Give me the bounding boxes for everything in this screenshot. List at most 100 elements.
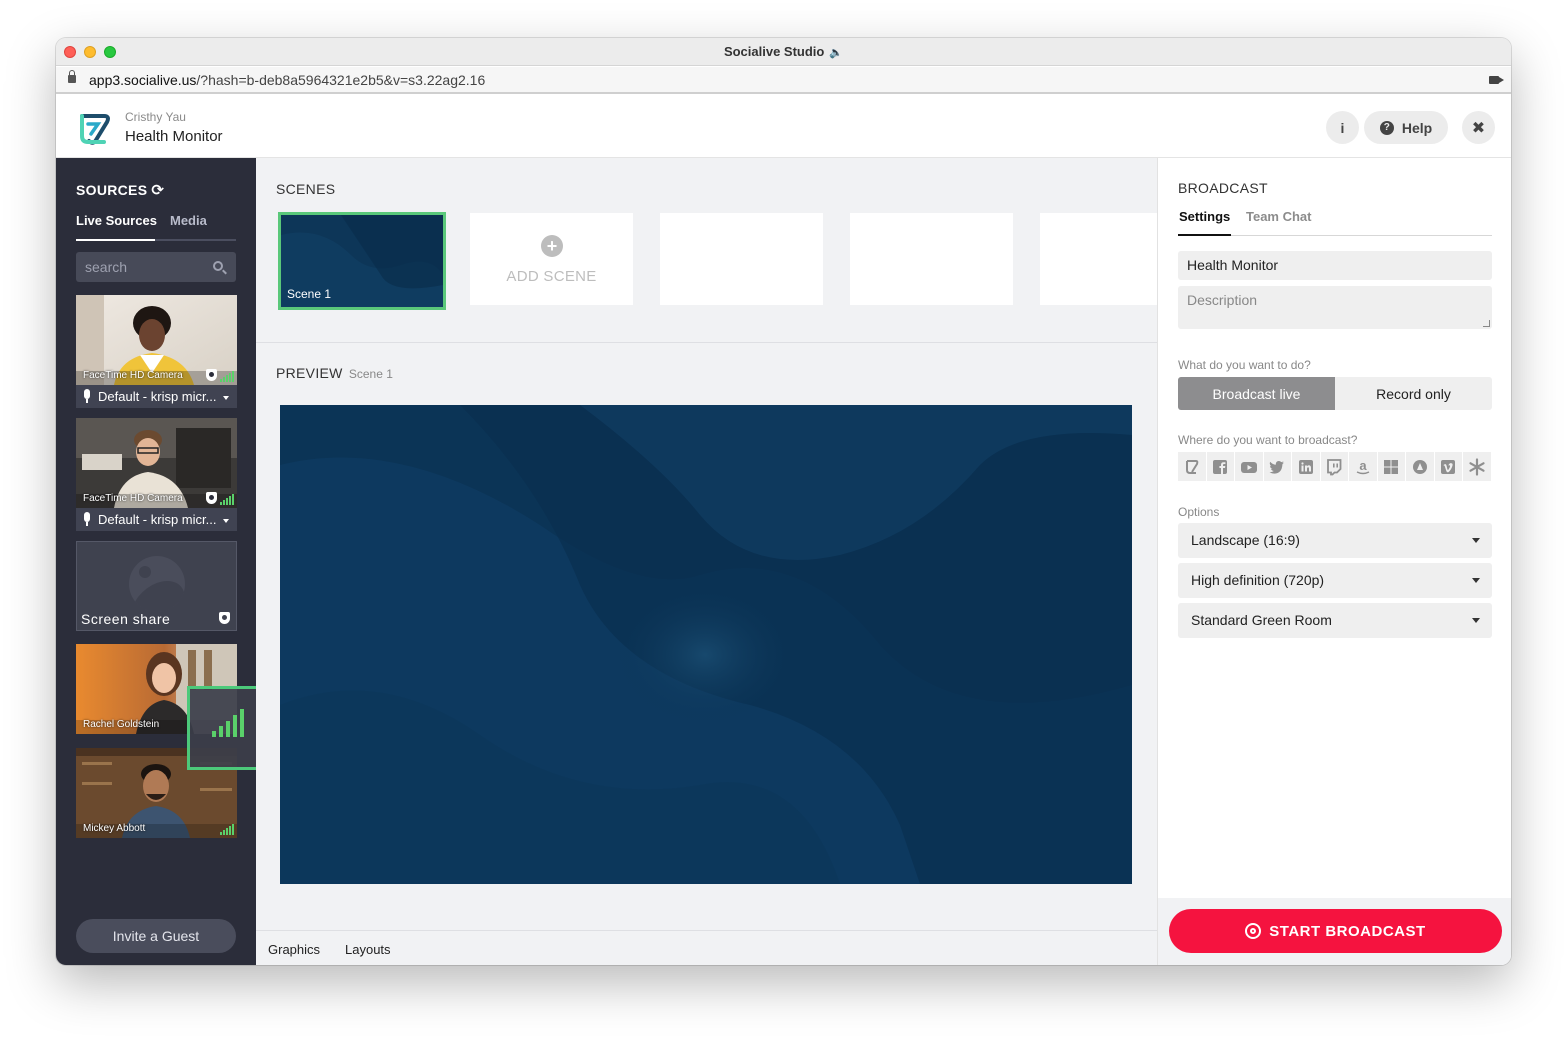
tab-layouts[interactable]: Layouts (345, 942, 391, 957)
tab-live-sources[interactable]: Live Sources (76, 213, 157, 228)
sources-sidebar: SOURCES ⟳ Live Sources Media search Face… (56, 158, 271, 965)
destination-list: a (1178, 452, 1492, 481)
sources-tabs: Live Sources Media (76, 213, 236, 241)
socialive-logo-icon (80, 114, 110, 145)
preview-scene-name: Scene 1 (348, 367, 393, 381)
chevron-down-icon (1472, 578, 1480, 583)
svg-text:a: a (1359, 458, 1367, 473)
app-window: Socialive Studio 🔈 app3.socialive.us/?has… (56, 38, 1511, 965)
chevron-down-icon (223, 519, 229, 523)
source-label: FaceTime HD Camera (83, 370, 183, 381)
broadcast-live-button[interactable]: Broadcast live (1178, 377, 1335, 410)
source-tile[interactable]: FaceTime HD Camera Default - krisp micr.… (76, 418, 237, 531)
twitter-icon[interactable] (1263, 452, 1292, 481)
microsoft-icon[interactable] (1377, 452, 1406, 481)
question-icon: ? (1379, 120, 1394, 135)
shield-icon (219, 612, 230, 624)
divider (256, 342, 1157, 343)
microphone-select[interactable]: Default - krisp micr... (76, 508, 237, 531)
facebook-icon[interactable] (1206, 452, 1235, 481)
vimeo-icon[interactable] (1434, 452, 1463, 481)
search-icon (213, 261, 223, 271)
chevron-down-icon (1472, 538, 1480, 543)
close-icon: ✖ (1471, 119, 1486, 137)
app-header: Cristhy Yau Health Monitor i ? Help ✖ (56, 96, 1511, 158)
broadcast-mode-toggle: Broadcast live Record only (1178, 377, 1492, 410)
green-room-select[interactable]: Standard Green Room (1178, 603, 1492, 638)
source-label: FaceTime HD Camera (83, 493, 183, 504)
camera-feed-video: FaceTime HD Camera (76, 295, 237, 385)
preview-heading: PREVIEW Scene 1 (276, 365, 393, 381)
amazon-icon[interactable]: a (1349, 452, 1378, 481)
title-bar: Socialive Studio 🔈 (56, 38, 1511, 66)
broadcast-panel: BROADCAST Settings Team Chat Health Moni… (1157, 158, 1511, 965)
broadcast-title-input[interactable]: Health Monitor (1178, 251, 1492, 280)
lock-icon (68, 70, 76, 83)
bottom-tab-bar: Graphics Layouts (256, 930, 1157, 965)
source-label: Rachel Goldstein (83, 719, 160, 730)
close-studio-button[interactable]: ✖ (1462, 111, 1495, 144)
tab-settings[interactable]: Settings (1179, 209, 1230, 224)
sources-heading: SOURCES ⟳ (76, 182, 165, 199)
custom-rtmp-icon[interactable] (1463, 452, 1492, 481)
shield-icon (206, 492, 217, 504)
camera-icon[interactable] (1489, 76, 1504, 84)
broadcast-heading: BROADCAST (1178, 180, 1268, 196)
invite-guest-button[interactable]: Invite a Guest (76, 919, 236, 953)
info-button[interactable]: i (1326, 111, 1359, 144)
source-label: Screen share (81, 611, 171, 627)
destination-question-label: Where do you want to broadcast? (1178, 433, 1358, 447)
plus-icon: + (541, 235, 563, 257)
socialive-icon[interactable] (1178, 452, 1207, 481)
screen-share-tile[interactable]: Screen share (76, 541, 237, 631)
info-icon: i (1340, 119, 1345, 136)
image-placeholder-icon (129, 556, 185, 612)
description-textarea[interactable]: Description (1178, 286, 1492, 329)
microphone-icon (84, 389, 90, 403)
chevron-down-icon (223, 396, 229, 400)
speaker-icon: 🔈 (829, 47, 844, 59)
linkedin-icon[interactable] (1292, 452, 1321, 481)
record-only-button[interactable]: Record only (1335, 377, 1492, 410)
options-label: Options (1178, 505, 1220, 519)
mode-question-label: What do you want to do? (1178, 358, 1311, 372)
preview-canvas[interactable] (280, 405, 1132, 884)
start-broadcast-button[interactable]: START BROADCAST (1169, 909, 1502, 953)
quality-select[interactable]: High definition (720p) (1178, 563, 1492, 598)
scenes-preview-panel: SCENES Scene 1 + ADD SCENE PREVIEW Scene… (256, 158, 1157, 965)
resize-handle-icon[interactable] (1483, 320, 1490, 327)
source-label: Mickey Abbott (83, 823, 146, 834)
camera-feed-video: FaceTime HD Camera (76, 418, 237, 508)
address-bar: app3.socialive.us/?hash=b-deb8a5964321e2… (56, 67, 1511, 94)
tab-graphics[interactable]: Graphics (268, 942, 320, 957)
scene-placeholder[interactable] (660, 213, 823, 305)
scenes-heading: SCENES (276, 181, 336, 197)
orientation-select[interactable]: Landscape (16:9) (1178, 523, 1492, 558)
add-scene-button[interactable]: + ADD SCENE (470, 213, 633, 305)
tab-team-chat[interactable]: Team Chat (1246, 209, 1312, 224)
source-tile[interactable]: FaceTime HD Camera Default - krisp micr.… (76, 295, 237, 408)
scene-thumbnail-selected[interactable]: Scene 1 (278, 212, 446, 310)
scene-label: Scene 1 (287, 287, 332, 301)
window-title: Socialive Studio 🔈 (723, 44, 844, 59)
source-search-input[interactable]: search (76, 252, 236, 282)
start-broadcast-bar: START BROADCAST (1158, 898, 1511, 965)
url-text[interactable]: app3.socialive.us/?hash=b-deb8a5964321e2… (89, 72, 485, 88)
user-name: Cristhy Yau (125, 110, 186, 124)
broadcast-tabs: Settings Team Chat (1178, 208, 1492, 236)
youtube-icon[interactable] (1235, 452, 1264, 481)
refresh-icon[interactable]: ⟳ (151, 182, 164, 199)
google-drive-icon[interactable] (1406, 452, 1435, 481)
event-title: Health Monitor (125, 128, 223, 145)
signal-strength-icon (212, 709, 246, 737)
chevron-down-icon (1472, 618, 1480, 623)
broadcast-icon (1245, 923, 1262, 939)
help-button[interactable]: ? Help (1364, 111, 1448, 144)
scene-placeholder[interactable] (850, 213, 1013, 305)
twitch-icon[interactable] (1320, 452, 1349, 481)
tab-media[interactable]: Media (170, 213, 207, 228)
microphone-select[interactable]: Default - krisp micr... (76, 385, 237, 408)
active-tab-indicator (1178, 234, 1231, 236)
scene-placeholder[interactable] (1040, 213, 1157, 305)
shield-icon (206, 369, 217, 381)
